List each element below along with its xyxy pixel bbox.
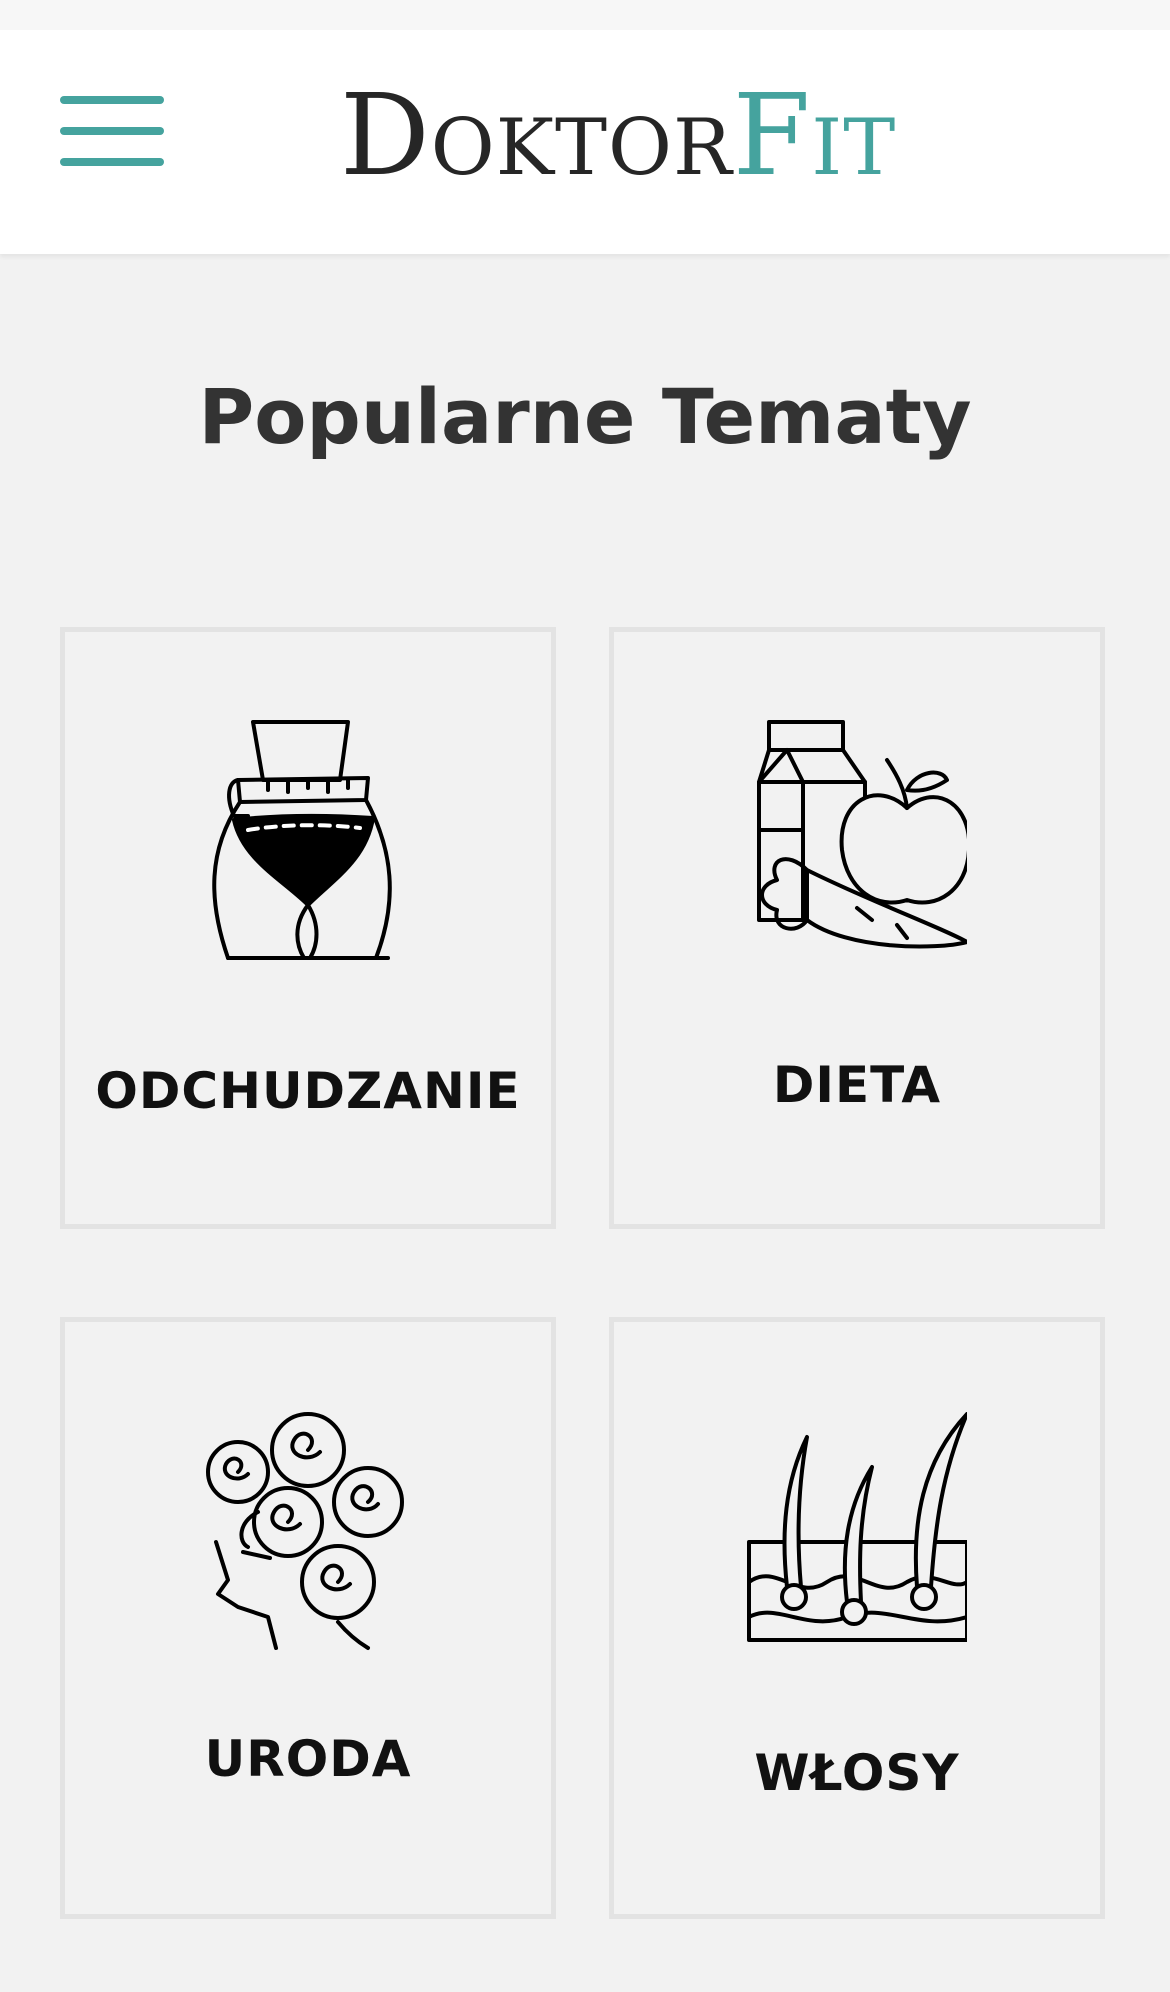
hamburger-menu-icon[interactable]: [60, 96, 166, 172]
topic-label: ODCHUDZANIE: [95, 1062, 521, 1120]
site-header: Doktor Fit: [0, 30, 1170, 254]
topic-card-odchudzanie[interactable]: ODCHUDZANIE: [60, 627, 556, 1229]
topic-card-uroda[interactable]: URODA: [60, 1317, 556, 1919]
topic-label: WŁOSY: [754, 1744, 960, 1802]
status-strip: [0, 0, 1170, 30]
topic-card-wlosy[interactable]: WŁOSY: [609, 1317, 1105, 1919]
topic-label: DIETA: [772, 1056, 942, 1114]
curly-hair-head-icon: [198, 1412, 418, 1652]
logo-text-fit: Fit: [732, 71, 897, 201]
hair-follicle-icon: [747, 1412, 967, 1652]
page-title: Popularne Tematy: [198, 372, 972, 461]
topic-label: URODA: [204, 1730, 412, 1788]
waist-measuring-tape-icon: [198, 720, 418, 960]
logo-text-doktor: Doktor: [340, 71, 733, 201]
milk-apple-carrot-icon: [747, 720, 967, 960]
site-logo[interactable]: Doktor Fit: [340, 80, 940, 230]
topic-card-dieta[interactable]: DIETA: [609, 627, 1105, 1229]
